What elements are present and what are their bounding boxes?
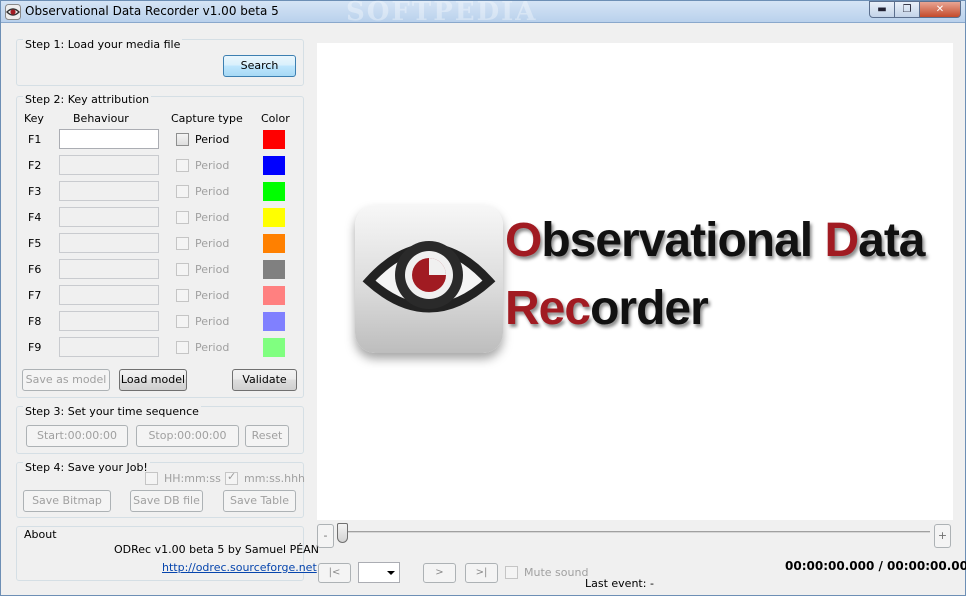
mute-checkbox[interactable] <box>505 566 518 579</box>
eye-icon <box>5 4 21 20</box>
key-label: F8 <box>28 315 42 328</box>
close-button[interactable]: ✕ <box>919 1 961 18</box>
key-label: F3 <box>28 185 42 198</box>
mmsshhh-checkbox[interactable] <box>225 470 238 485</box>
key-label: F6 <box>28 263 42 276</box>
behaviour-input[interactable] <box>59 181 159 201</box>
period-label: Period <box>195 159 230 172</box>
key-header: Key <box>24 112 44 125</box>
color-swatch[interactable] <box>263 234 285 253</box>
start-time-button[interactable]: Start:00:00:00 <box>26 425 128 447</box>
about-label: About <box>22 528 59 541</box>
time-counter: 00:00:00.000 / 00:00:00.000 <box>785 559 966 573</box>
zoom-in-button[interactable]: + <box>934 524 951 548</box>
color-swatch[interactable] <box>263 338 285 357</box>
period-label: Period <box>195 237 230 250</box>
eye-logo-icon <box>362 241 496 313</box>
period-label: Period <box>195 341 230 354</box>
watermark-text: SOFTPEDIA <box>346 0 538 27</box>
period-checkbox[interactable] <box>176 159 189 172</box>
logo-line-2: Recorder <box>505 282 709 335</box>
period-label: Period <box>195 211 230 224</box>
save-as-model-button[interactable]: Save as model <box>22 369 110 391</box>
reset-button[interactable]: Reset <box>245 425 289 447</box>
previous-button[interactable]: |< <box>318 563 351 583</box>
credit-text: ODRec v1.00 beta 5 by Samuel PÉAN <box>114 543 319 556</box>
color-swatch[interactable] <box>263 286 285 305</box>
key-label: F1 <box>28 133 42 146</box>
title-bar: Observational Data Recorder v1.00 beta 5… <box>1 0 965 27</box>
behaviour-input[interactable] <box>59 155 159 175</box>
step2-label: Step 2: Key attribution <box>23 93 152 106</box>
behaviour-input[interactable] <box>59 233 159 253</box>
speed-select[interactable] <box>358 562 400 583</box>
behaviour-header: Behaviour <box>73 112 129 125</box>
save-table-button[interactable]: Save Table <box>223 490 296 512</box>
maximize-button[interactable]: ❐ <box>894 1 920 18</box>
hhmmss-checkbox[interactable] <box>145 472 158 485</box>
logo-line-1: Observational Data <box>505 214 926 267</box>
stop-time-button[interactable]: Stop:00:00:00 <box>136 425 239 447</box>
behaviour-input[interactable] <box>59 285 159 305</box>
period-checkbox[interactable] <box>176 211 189 224</box>
step3-label: Step 3: Set your time sequence <box>23 405 201 418</box>
project-link[interactable]: http://odrec.sourceforge.net <box>162 561 317 574</box>
logo-tile <box>355 205 503 353</box>
period-label: Period <box>195 263 230 276</box>
save-db-file-button[interactable]: Save DB file <box>130 490 203 512</box>
period-checkbox[interactable] <box>176 263 189 276</box>
period-label: Period <box>195 185 230 198</box>
validate-button[interactable]: Validate <box>232 369 297 391</box>
capture-type-header: Capture type <box>171 112 243 125</box>
behaviour-input[interactable] <box>59 337 159 357</box>
behaviour-input[interactable] <box>59 311 159 331</box>
color-swatch[interactable] <box>263 130 285 149</box>
minimize-button[interactable]: ▬ <box>869 1 895 18</box>
load-model-button[interactable]: Load model <box>119 369 187 391</box>
step1-label: Step 1: Load your media file <box>23 38 183 51</box>
step4-label: Step 4: Save your Job! <box>23 461 150 474</box>
video-display: Observational Data Recorder <box>317 43 953 520</box>
period-checkbox[interactable] <box>176 289 189 302</box>
key-label: F2 <box>28 159 42 172</box>
seek-slider-track[interactable] <box>346 531 930 533</box>
key-label: F7 <box>28 289 42 302</box>
period-checkbox[interactable] <box>176 185 189 198</box>
search-button[interactable]: Search <box>223 55 296 77</box>
period-label: Period <box>195 289 230 302</box>
zoom-out-button[interactable]: - <box>317 524 334 548</box>
play-button[interactable]: > <box>423 563 456 583</box>
key-label: F4 <box>28 211 42 224</box>
period-checkbox[interactable] <box>176 341 189 354</box>
mute-label: Mute sound <box>524 566 589 579</box>
color-swatch[interactable] <box>263 312 285 331</box>
window-title: Observational Data Recorder v1.00 beta 5 <box>25 4 279 18</box>
key-label: F9 <box>28 341 42 354</box>
color-header: Color <box>261 112 290 125</box>
behaviour-input[interactable] <box>59 207 159 227</box>
mmsshhh-label: mm:ss.hhh <box>244 472 306 485</box>
seek-slider-thumb[interactable] <box>337 523 348 543</box>
chevron-down-icon <box>387 571 395 575</box>
behaviour-input[interactable] <box>59 259 159 279</box>
color-swatch[interactable] <box>263 182 285 201</box>
color-swatch[interactable] <box>263 208 285 227</box>
window-controls: ▬ ❐ ✕ <box>869 1 961 19</box>
period-checkbox[interactable] <box>176 315 189 328</box>
last-event-label: Last event: <box>585 577 647 590</box>
color-swatch[interactable] <box>263 156 285 175</box>
last-event-value: - <box>650 577 654 590</box>
app-window: Observational Data Recorder v1.00 beta 5… <box>0 0 966 596</box>
save-bitmap-button[interactable]: Save Bitmap <box>23 490 111 512</box>
behaviour-input[interactable] <box>59 129 159 149</box>
color-swatch[interactable] <box>263 260 285 279</box>
period-label: Period <box>195 315 230 328</box>
key-label: F5 <box>28 237 42 250</box>
period-label: Period <box>195 133 230 146</box>
hhmmss-label: HH:mm:ss <box>164 472 221 485</box>
last-button[interactable]: >| <box>465 563 498 583</box>
period-checkbox[interactable] <box>176 133 189 146</box>
period-checkbox[interactable] <box>176 237 189 250</box>
